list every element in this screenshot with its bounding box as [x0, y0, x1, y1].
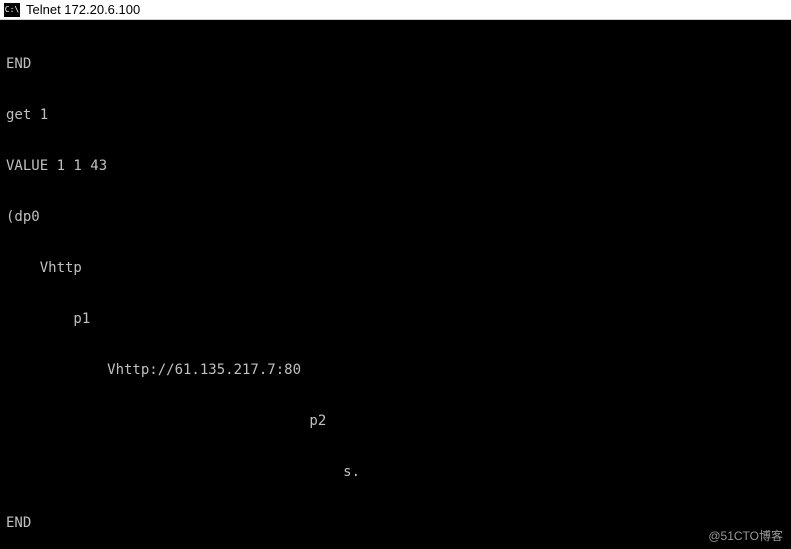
terminal-line: s.: [6, 464, 785, 481]
terminal-line: Vhttp: [6, 260, 785, 277]
window-title: Telnet 172.20.6.100: [26, 2, 140, 17]
terminal-line: VALUE 1 1 43: [6, 158, 785, 175]
cmd-icon-label: C:\: [5, 6, 19, 14]
terminal-line: Vhttp://61.135.217.7:80: [6, 362, 785, 379]
terminal-output[interactable]: END get 1 VALUE 1 1 43 (dp0 Vhttp p1 Vht…: [0, 20, 791, 549]
title-bar: C:\ Telnet 172.20.6.100: [0, 0, 791, 20]
cmd-icon: C:\: [4, 3, 20, 17]
terminal-line: (dp0: [6, 209, 785, 226]
terminal-line: END: [6, 515, 785, 532]
terminal-line: END: [6, 56, 785, 73]
terminal-line: get 1: [6, 107, 785, 124]
terminal-line: p2: [6, 413, 785, 430]
terminal-line: p1: [6, 311, 785, 328]
